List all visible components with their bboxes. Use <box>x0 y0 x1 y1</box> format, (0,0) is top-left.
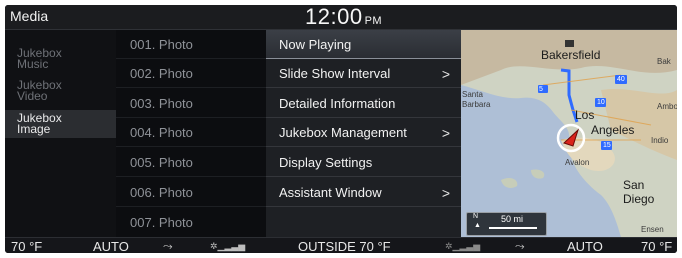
map-label-barbara: Barbara <box>462 100 491 109</box>
list-item[interactable]: 005. Photo <box>116 148 266 177</box>
airflow-icon[interactable]: ⤳ <box>163 239 173 253</box>
sidebar-item-label: Music <box>17 57 49 71</box>
map-label-los: Los <box>575 108 595 122</box>
list-item[interactable]: 001. Photo <box>116 30 266 59</box>
highway-shield-10: 10 <box>597 99 605 106</box>
left-auto-mode[interactable]: AUTO <box>93 239 129 253</box>
list-item[interactable]: 006. Photo <box>116 178 266 207</box>
menu-item-display-settings[interactable]: Display Settings <box>266 148 461 177</box>
menu-item-label: Detailed Information <box>279 96 396 111</box>
sidebar-item-jukebox-video[interactable]: Jukebox Video <box>5 78 116 106</box>
sidebar-item-jukebox-image[interactable]: Jukebox Image <box>5 110 116 138</box>
map-label-angeles: Angeles <box>591 123 635 137</box>
status-bar: Media 12:00 PM <box>5 5 677 30</box>
compass-arrow-icon: ▲ <box>474 222 481 229</box>
list-item[interactable]: 007. Photo <box>116 208 266 237</box>
sidebar-item-label: Image <box>17 122 51 136</box>
chevron-right-icon: > <box>441 125 450 141</box>
menu-item-now-playing[interactable]: Now Playing <box>266 30 461 59</box>
options-menu: Now Playing Slide Show Interval > Detail… <box>266 30 461 237</box>
map-label-santa: Santa <box>462 90 483 99</box>
photo-list: 001. Photo 002. Photo 003. Photo 004. Ph… <box>116 30 266 237</box>
right-temp[interactable]: 70 °F <box>641 239 672 253</box>
map-label-amboy: Ambo <box>657 102 677 111</box>
list-item[interactable]: 004. Photo <box>116 118 266 147</box>
menu-item-detailed-information[interactable]: Detailed Information <box>266 89 461 118</box>
chevron-right-icon: > <box>441 66 450 82</box>
list-item[interactable]: 003. Photo <box>116 89 266 118</box>
scale-label: 50 mi <box>501 214 524 224</box>
menu-item-jukebox-management[interactable]: Jukebox Management > <box>266 118 461 147</box>
app-title: Media <box>10 8 49 24</box>
clock-time: 12:00 <box>305 5 363 29</box>
airflow-icon[interactable]: ⤳ <box>515 239 525 253</box>
chevron-right-icon: > <box>441 185 450 201</box>
menu-item-label: Jukebox Management <box>279 125 407 140</box>
menu-item-label: Slide Show Interval <box>279 66 391 81</box>
highway-shield-15: 15 <box>603 142 611 149</box>
menu-item-slide-show-interval[interactable]: Slide Show Interval > <box>266 59 461 88</box>
highway-shield-5: 5 <box>539 86 543 93</box>
map-label-avalon: Avalon <box>565 158 590 167</box>
highway-shield-40: 40 <box>617 76 625 83</box>
map-label-indio: Indio <box>651 136 669 145</box>
list-item[interactable]: 002. Photo <box>116 59 266 88</box>
right-auto-mode[interactable]: AUTO <box>567 239 603 253</box>
compass-icon: N <box>473 213 479 220</box>
infotainment-screen: Media 12:00 PM Jukebox Music Jukebox Vide… <box>5 5 677 253</box>
outside-temp: OUTSIDE 70 °F <box>298 239 391 253</box>
map-label-san: San <box>623 178 645 192</box>
clock: 12:00 PM <box>305 5 382 30</box>
clock-ampm: PM <box>364 15 383 27</box>
map-label-bak: Bak <box>657 57 671 66</box>
source-category-list: Jukebox Music Jukebox Video Jukebox Imag… <box>5 30 116 237</box>
menu-item-assistant-window[interactable]: Assistant Window > <box>266 178 461 207</box>
climate-bar: 70 °F AUTO ⤳ ✲▁▂▃▅ OUTSIDE 70 °F ✲▁▂▃▅ ⤳… <box>5 237 677 253</box>
menu-item-label: Assistant Window <box>279 185 382 200</box>
sidebar-item-jukebox-music[interactable]: Jukebox Music <box>5 46 116 72</box>
left-temp[interactable]: 70 °F <box>11 239 42 253</box>
map-label-bakersfield: Bakersfield <box>541 48 601 62</box>
scale-bar <box>489 227 537 229</box>
map-label-ensen: Ensen <box>641 225 664 234</box>
sidebar-item-label: Video <box>17 89 48 103</box>
map-scale: N ▲ 50 mi <box>466 212 547 236</box>
menu-item-label: Display Settings <box>279 155 373 170</box>
fan-speed-icon[interactable]: ✲▁▂▃▅ <box>210 239 245 253</box>
fan-speed-icon[interactable]: ✲▁▂▃▅ <box>445 239 480 253</box>
navigation-map[interactable]: Bakersfield Bak Santa Barbara Ambo Los A… <box>461 30 677 237</box>
map-label-diego: Diego <box>623 192 655 206</box>
menu-item-label: Now Playing <box>279 37 352 52</box>
